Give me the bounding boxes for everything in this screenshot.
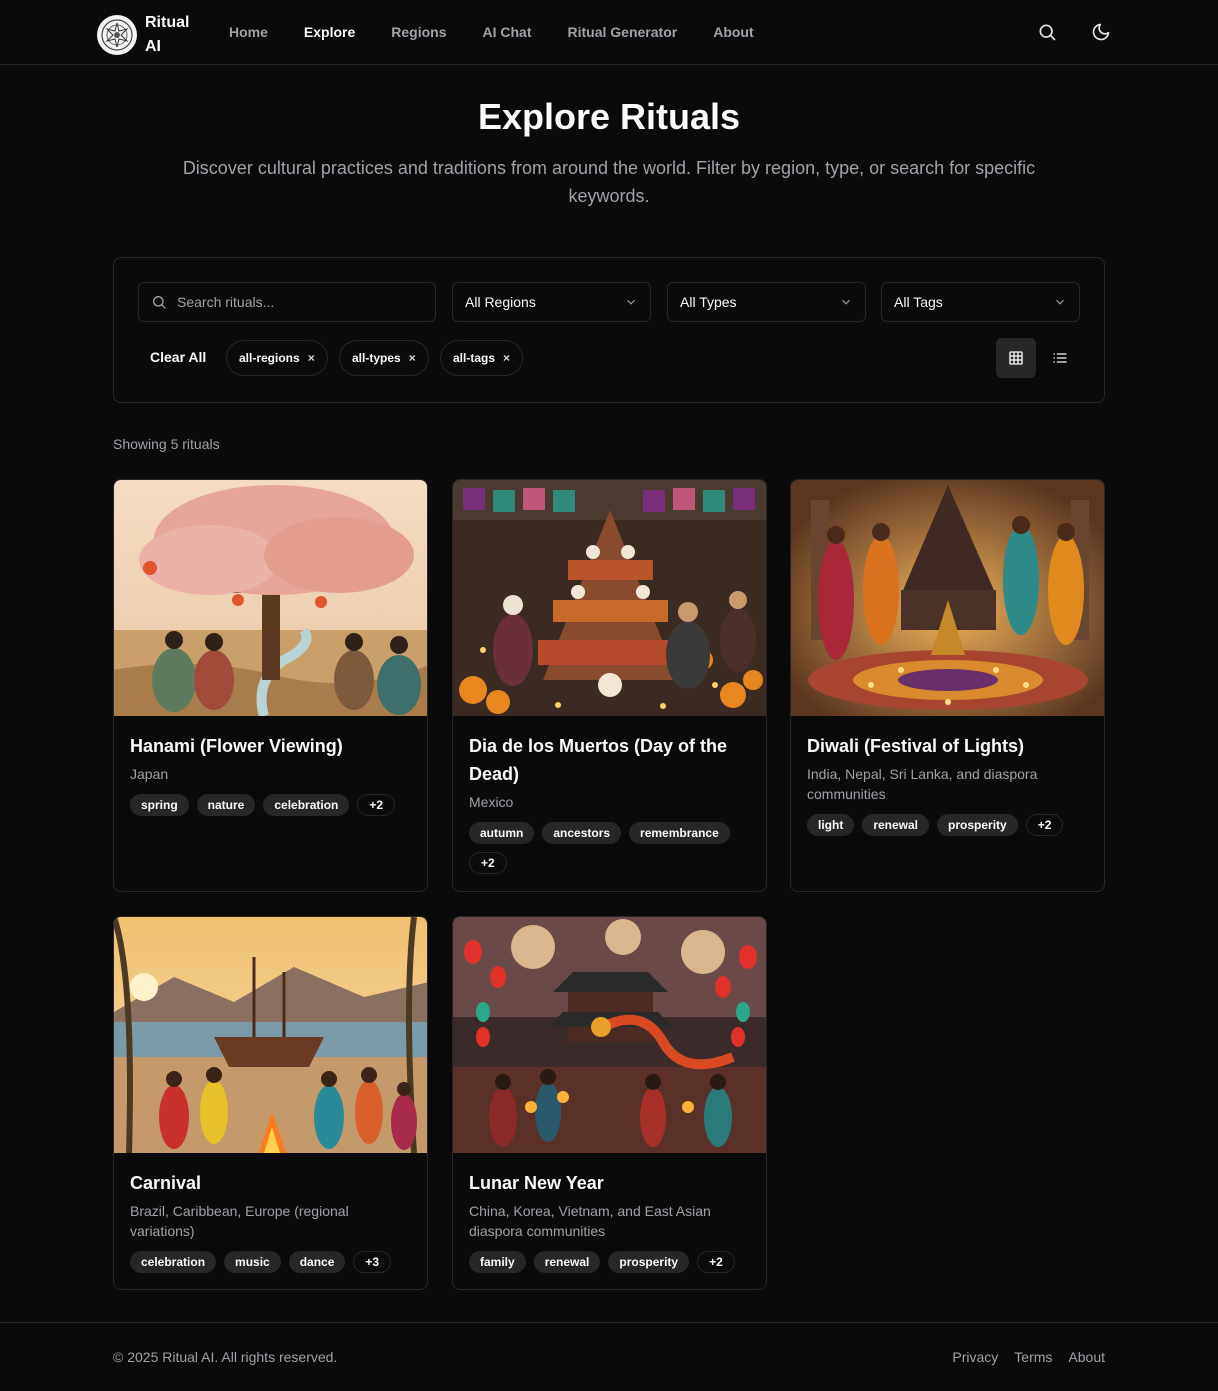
clear-all-button[interactable]: Clear All xyxy=(150,349,206,365)
brand-name: Ritual AI xyxy=(145,11,195,59)
tag-list: autumn ancestors remembrance +2 xyxy=(469,822,750,882)
tag: prosperity xyxy=(608,1251,690,1273)
nav-explore[interactable]: Explore xyxy=(304,24,355,40)
region-select-value: All Regions xyxy=(465,294,536,310)
ritual-title: Lunar New Year xyxy=(469,1173,604,1193)
brand-name-line2: AI xyxy=(145,38,161,55)
search-icon xyxy=(153,296,166,309)
search-field[interactable] xyxy=(138,282,436,322)
tag: family xyxy=(469,1251,526,1273)
chevron-down-icon xyxy=(627,299,635,305)
more-tags-badge: +2 xyxy=(1025,814,1064,836)
ritual-image xyxy=(791,480,1104,716)
close-icon[interactable]: × xyxy=(308,351,315,365)
nav-regions[interactable]: Regions xyxy=(391,24,446,40)
ritual-region: Japan xyxy=(130,766,169,782)
type-select-value: All Types xyxy=(680,294,737,310)
search-icon xyxy=(1039,24,1056,41)
tag: celebration xyxy=(130,1251,217,1273)
chip-label: all-types xyxy=(352,351,401,365)
nav-ritual-generator[interactable]: Ritual Generator xyxy=(568,24,678,40)
tag: ancestors xyxy=(542,822,622,844)
footer-link-privacy[interactable]: Privacy xyxy=(952,1349,998,1365)
main-nav: Home Explore Regions AI Chat Ritual Gene… xyxy=(229,0,790,64)
tag: celebration xyxy=(263,794,350,816)
footer-link-about[interactable]: About xyxy=(1068,1349,1105,1365)
tag: prosperity xyxy=(937,814,1018,836)
ritual-region: India, Nepal, Sri Lanka, and diaspora co… xyxy=(807,766,1038,802)
ritual-region: Brazil, Caribbean, Europe (regional vari… xyxy=(130,1203,349,1239)
ritual-region: Mexico xyxy=(469,794,514,810)
ritual-image xyxy=(453,917,766,1153)
filter-chip-tags: all-tags × xyxy=(440,340,524,376)
more-tags-badge: +2 xyxy=(469,852,507,874)
list-icon xyxy=(1053,353,1067,363)
grid-icon xyxy=(1009,351,1023,365)
ritual-region: China, Korea, Vietnam, and East Asian di… xyxy=(469,1203,711,1239)
more-tags-badge: +3 xyxy=(353,1251,392,1273)
logo-icon xyxy=(97,15,137,55)
tag: music xyxy=(224,1251,281,1273)
tag: renewal xyxy=(862,814,930,836)
moon-icon xyxy=(1092,23,1110,41)
more-tags-badge: +2 xyxy=(697,1251,735,1273)
site-header: Ritual AI Home Explore Regions AI Chat R… xyxy=(0,0,1218,65)
page-title: Explore Rituals xyxy=(477,96,741,137)
search-button[interactable] xyxy=(1035,20,1059,44)
chevron-down-icon xyxy=(842,299,850,305)
copyright-text: © 2025 Ritual AI. All rights reserved. xyxy=(113,1349,338,1365)
tag-list: light renewal prosperity +2 xyxy=(807,814,1088,844)
results-count: Showing 5 rituals xyxy=(113,436,220,452)
ritual-image xyxy=(114,480,427,716)
chevron-down-icon xyxy=(1056,299,1064,305)
filter-panel: All Regions All Types All Tags Clear All… xyxy=(113,257,1105,403)
ritual-card-carnival[interactable]: Carnival Brazil, Caribbean, Europe (regi… xyxy=(113,916,428,1290)
tag: renewal xyxy=(533,1251,601,1273)
tag: spring xyxy=(130,794,189,816)
ritual-card-dia-de-los-muertos[interactable]: Dia de los Muertos (Day of the Dead) Mex… xyxy=(452,479,767,892)
type-select[interactable]: All Types xyxy=(667,282,866,322)
chip-label: all-regions xyxy=(239,351,300,365)
tag: remembrance xyxy=(629,822,730,844)
more-tags-badge: +2 xyxy=(357,794,396,816)
theme-toggle-button[interactable] xyxy=(1089,20,1113,44)
filter-chip-regions: all-regions × xyxy=(226,340,328,376)
close-icon[interactable]: × xyxy=(409,351,416,365)
ritual-image xyxy=(114,917,427,1153)
tag-select[interactable]: All Tags xyxy=(881,282,1080,322)
tag-select-value: All Tags xyxy=(894,294,943,310)
tag: light xyxy=(807,814,855,836)
brand-name-line1: Ritual xyxy=(145,14,190,31)
tag: dance xyxy=(288,1251,346,1273)
grid-view-button[interactable] xyxy=(996,338,1036,378)
ritual-title: Diwali (Festival of Lights) xyxy=(807,736,1025,756)
footer-links: Privacy Terms About xyxy=(936,1349,1105,1365)
ritual-card-hanami[interactable]: Hanami (Flower Viewing) Japan spring nat… xyxy=(113,479,428,892)
ritual-title: Hanami (Flower Viewing) xyxy=(130,736,343,756)
tag-list: celebration music dance +3 xyxy=(130,1251,411,1281)
region-select[interactable]: All Regions xyxy=(452,282,651,322)
ritual-card-diwali[interactable]: Diwali (Festival of Lights) India, Nepal… xyxy=(790,479,1105,892)
ritual-title: Carnival xyxy=(130,1173,202,1193)
close-icon[interactable]: × xyxy=(503,351,510,365)
ritual-title: Dia de los Muertos (Day of the Dead) xyxy=(469,736,728,784)
nav-ai-chat[interactable]: AI Chat xyxy=(483,24,532,40)
nav-home[interactable]: Home xyxy=(229,24,268,40)
tag: autumn xyxy=(469,822,535,844)
nav-about[interactable]: About xyxy=(713,24,753,40)
chip-label: all-tags xyxy=(453,351,496,365)
page-subtitle: Discover cultural practices and traditio… xyxy=(182,158,1036,206)
tag-list: family renewal prosperity +2 xyxy=(469,1251,750,1281)
tag: nature xyxy=(196,794,256,816)
ritual-card-lunar-new-year[interactable]: Lunar New Year China, Korea, Vietnam, an… xyxy=(452,916,767,1290)
search-input[interactable] xyxy=(177,294,417,310)
list-view-button[interactable] xyxy=(1040,338,1080,378)
tag-list: spring nature celebration +2 xyxy=(130,794,411,824)
footer-link-terms[interactable]: Terms xyxy=(1014,1349,1052,1365)
site-footer: © 2025 Ritual AI. All rights reserved. P… xyxy=(0,1322,1218,1391)
brand-logo-link[interactable]: Ritual AI xyxy=(97,11,195,59)
ritual-image xyxy=(453,480,766,716)
filter-chip-types: all-types × xyxy=(339,340,429,376)
